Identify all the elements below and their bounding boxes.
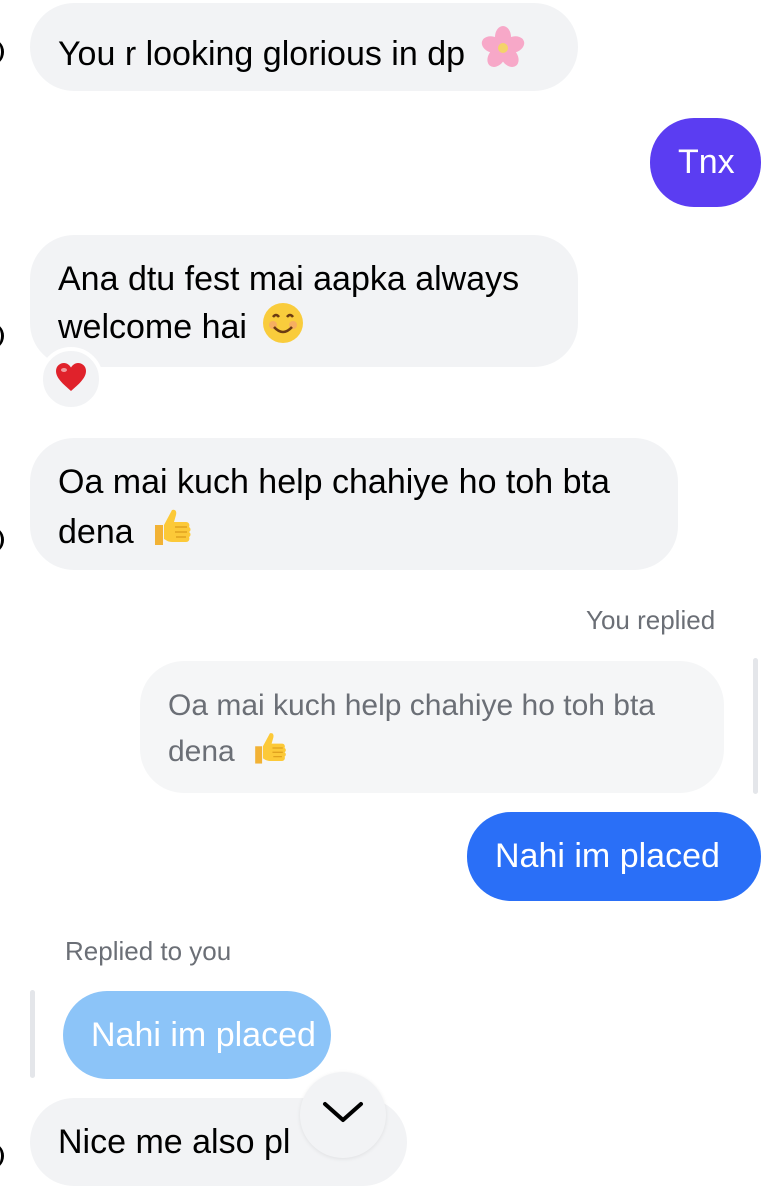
quote-indicator-bar (753, 658, 758, 794)
message-bubble-outgoing[interactable]: Nahi im placed (467, 812, 761, 901)
quoted-text-line: Oa mai kuch help chahiye ho toh bta (168, 689, 655, 722)
message-text-line: dena (58, 513, 134, 551)
chevron-down-icon (321, 1100, 365, 1131)
quote-indicator-bar (30, 990, 35, 1078)
message-text: You r looking glorious in dp (58, 35, 466, 73)
smiling-face-icon (262, 302, 304, 356)
message-text-line: Oa mai kuch help chahiye ho toh bta (58, 463, 610, 501)
message-text: Nahi im placed (495, 837, 720, 875)
thumbs-up-icon (149, 505, 193, 561)
message-text: Nice me also pl (58, 1123, 291, 1161)
message-bubble-incoming[interactable]: Ana dtu fest mai aapka always welcome ha… (30, 235, 578, 367)
avatar[interactable] (0, 322, 4, 350)
avatar[interactable] (0, 526, 4, 554)
cherry-blossom-icon (480, 25, 526, 83)
message-bubble-incoming[interactable]: Oa mai kuch help chahiye ho toh bta dena (30, 438, 678, 570)
message-reaction[interactable] (39, 347, 103, 411)
avatar[interactable] (0, 38, 4, 66)
heart-icon (55, 362, 87, 397)
message-bubble-incoming[interactable]: You r looking glorious in dp (30, 3, 578, 91)
reply-label: Replied to you (65, 936, 232, 966)
quoted-message[interactable]: Oa mai kuch help chahiye ho toh bta dena (140, 661, 724, 793)
scroll-to-bottom-button[interactable] (300, 1072, 386, 1158)
quoted-text: Nahi im placed (91, 1016, 316, 1054)
message-bubble-outgoing[interactable]: Tnx (650, 118, 761, 207)
message-text-line: Ana dtu fest mai aapka always (58, 260, 520, 298)
quoted-message[interactable]: Nahi im placed (63, 991, 331, 1079)
reply-label: You replied (586, 605, 716, 635)
message-text-line: welcome hai (58, 308, 247, 346)
quoted-text-line: dena (168, 735, 235, 768)
avatar[interactable] (0, 1142, 4, 1170)
thumbs-up-icon (250, 729, 288, 779)
message-text: Tnx (678, 143, 735, 181)
